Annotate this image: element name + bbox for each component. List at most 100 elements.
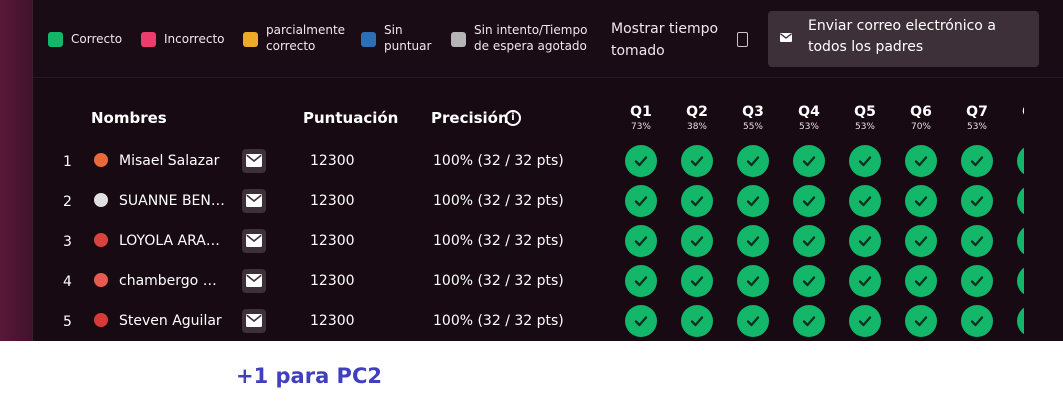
screenshot: Correcto Incorrecto parcialmente correct… (0, 0, 1063, 419)
check-icon (914, 316, 928, 327)
student-name[interactable]: SUANNE BEND… (119, 193, 227, 209)
answer-cells (621, 225, 1024, 259)
results-panel: Correcto Incorrecto parcialmente correct… (32, 0, 1063, 341)
info-icon[interactable]: i (505, 110, 521, 126)
student-name[interactable]: chambergo m… (119, 273, 227, 289)
correct-answer-icon[interactable] (1017, 305, 1024, 337)
correct-answer-icon[interactable] (737, 225, 769, 257)
correct-answer-icon[interactable] (961, 145, 993, 177)
avatar (94, 313, 108, 327)
question-header-q4[interactable]: Q4 53% (789, 103, 829, 133)
question-header-q1[interactable]: Q1 73% (621, 103, 661, 133)
student-name[interactable]: Steven Aguilar (119, 313, 227, 329)
correct-answer-icon[interactable] (961, 305, 993, 337)
correct-answer-icon[interactable] (849, 305, 881, 337)
student-score: 12300 (310, 193, 355, 209)
check-icon (634, 276, 648, 287)
score-header[interactable]: Puntuación (303, 109, 398, 127)
table-row[interactable]: 5 Steven Aguilar 12300 100% (32 / 32 pts) (33, 302, 1063, 341)
accuracy-header[interactable]: Precisión (431, 109, 509, 127)
question-label: Q3 (742, 104, 764, 120)
check-icon (634, 156, 648, 167)
table-row[interactable]: 3 LOYOLA ARAN… 12300 100% (32 / 32 pts) (33, 222, 1063, 262)
question-label: Q2 (686, 104, 708, 120)
correct-answer-icon[interactable] (737, 265, 769, 297)
legend-partial-label: parcialmente correcto (266, 23, 346, 53)
question-header-q7[interactable]: Q7 53% (957, 103, 997, 133)
show-time-checkbox[interactable] (737, 32, 748, 47)
question-label: Q7 (966, 104, 988, 120)
email-parent-button[interactable] (242, 229, 266, 253)
correct-answer-icon[interactable] (793, 185, 825, 217)
table-row[interactable]: 4 chambergo m… 12300 100% (32 / 32 pts) (33, 262, 1063, 302)
correct-answer-icon[interactable] (905, 185, 937, 217)
correct-answer-icon[interactable] (905, 305, 937, 337)
correct-answer-icon[interactable] (737, 305, 769, 337)
avatar (94, 153, 108, 167)
student-name[interactable]: LOYOLA ARAN… (119, 233, 227, 249)
question-percent: 53% (798, 122, 819, 132)
correct-answer-icon[interactable] (625, 145, 657, 177)
question-percent: 73% (630, 122, 651, 132)
correct-answer-icon[interactable] (793, 305, 825, 337)
envelope-icon (246, 234, 262, 247)
correct-answer-icon[interactable] (905, 265, 937, 297)
correct-answer-icon[interactable] (681, 305, 713, 337)
legend-bar: Correcto Incorrecto parcialmente correct… (33, 0, 1063, 78)
correct-answer-icon[interactable] (625, 265, 657, 297)
correct-answer-icon[interactable] (681, 185, 713, 217)
check-icon (634, 236, 648, 247)
check-icon (802, 276, 816, 287)
email-parent-button[interactable] (242, 269, 266, 293)
check-icon (746, 316, 760, 327)
question-header-q2[interactable]: Q2 38% (677, 103, 717, 133)
partial-swatch (243, 32, 258, 47)
correct-answer-icon[interactable] (681, 265, 713, 297)
table-row[interactable]: 2 SUANNE BEND… 12300 100% (32 / 32 pts) (33, 182, 1063, 222)
correct-answer-icon[interactable] (737, 145, 769, 177)
envelope-icon (246, 194, 262, 207)
correct-answer-icon[interactable] (793, 225, 825, 257)
correct-answer-icon[interactable] (793, 145, 825, 177)
question-percent: 55% (742, 122, 763, 132)
correct-answer-icon[interactable] (625, 185, 657, 217)
email-all-parents-button[interactable]: Enviar correo electrónico a todos los pa… (768, 11, 1039, 67)
names-header[interactable]: Nombres (91, 109, 167, 127)
question-header-q8[interactable]: Q86 (1013, 103, 1024, 133)
correct-answer-icon[interactable] (793, 265, 825, 297)
correct-answer-icon[interactable] (849, 145, 881, 177)
correct-answer-icon[interactable] (1017, 225, 1024, 257)
email-parent-button[interactable] (242, 309, 266, 333)
student-name[interactable]: Misael Salazar (119, 153, 227, 169)
annotation-caption: +1 para PC2 (236, 364, 382, 388)
correct-answer-icon[interactable] (849, 265, 881, 297)
question-label: Q1 (630, 104, 652, 120)
correct-answer-icon[interactable] (681, 145, 713, 177)
correct-answer-icon[interactable] (1017, 265, 1024, 297)
correct-answer-icon[interactable] (681, 225, 713, 257)
correct-answer-icon[interactable] (625, 225, 657, 257)
correct-answer-icon[interactable] (961, 265, 993, 297)
correct-answer-icon[interactable] (1017, 185, 1024, 217)
correct-answer-icon[interactable] (849, 185, 881, 217)
email-parent-button[interactable] (242, 189, 266, 213)
check-icon (690, 196, 704, 207)
check-icon (858, 196, 872, 207)
correct-answer-icon[interactable] (961, 225, 993, 257)
table-row[interactable]: 1 Misael Salazar 12300 100% (32 / 32 pts) (33, 142, 1063, 182)
correct-answer-icon[interactable] (625, 305, 657, 337)
legend-unscored: Sin puntuar (361, 22, 434, 54)
correct-answer-icon[interactable] (905, 145, 937, 177)
question-header-q6[interactable]: Q6 70% (901, 103, 941, 133)
correct-answer-icon[interactable] (849, 225, 881, 257)
correct-answer-icon[interactable] (905, 225, 937, 257)
envelope-icon (246, 154, 262, 167)
correct-answer-icon[interactable] (737, 185, 769, 217)
legend-correct-label: Correcto (71, 32, 123, 46)
check-icon (970, 196, 984, 207)
question-header-q3[interactable]: Q3 55% (733, 103, 773, 133)
correct-answer-icon[interactable] (961, 185, 993, 217)
email-parent-button[interactable] (242, 149, 266, 173)
correct-answer-icon[interactable] (1017, 145, 1024, 177)
question-header-q5[interactable]: Q5 53% (845, 103, 885, 133)
